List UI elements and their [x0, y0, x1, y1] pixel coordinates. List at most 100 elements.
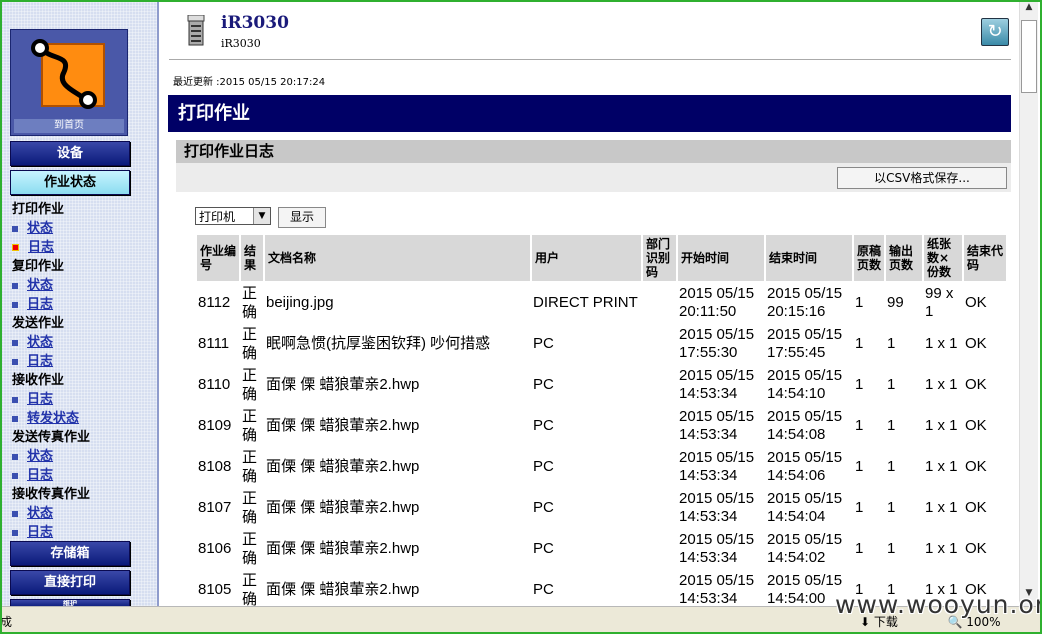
bullet-icon: [12, 339, 18, 346]
col-end-time: 结束时间: [766, 235, 852, 281]
document-name-cell: 眠啊急惯(抗厚鉴困钦拜) 吵何措惑: [266, 334, 491, 352]
start-time-cell: 2015 05/15 14:53:34: [679, 489, 755, 525]
sheets-copies-cell: 1 x 1: [925, 457, 958, 475]
scroll-thumb[interactable]: [1021, 20, 1037, 93]
end-time-cell: 2015 05/15 14:54:10: [767, 366, 843, 402]
result-cell: 正确: [242, 529, 258, 567]
send-fax-status-link[interactable]: 状态: [12, 445, 53, 464]
job-id-cell: 8108: [198, 457, 232, 475]
dept-id-cell: [643, 488, 676, 527]
link-label: 日志: [27, 468, 54, 483]
start-time-cell: 2015 05/15 20:11:50: [679, 284, 755, 320]
job-id-cell: 8112: [198, 293, 231, 311]
receive-fax-status-link[interactable]: 状态: [12, 502, 53, 521]
job-id-cell: 8107: [198, 498, 232, 516]
table-row: 8110 正确 面傈 傈 蜡狼葷亲2.hwp PC 2015 05/15 14:53:3…: [197, 365, 1006, 404]
device-name: iR3030: [221, 13, 289, 33]
current-bullet-icon: [12, 244, 19, 251]
vertical-scrollbar[interactable]: ▲ ▼: [1019, 0, 1038, 606]
forward-status-link[interactable]: 转发状态: [12, 407, 79, 426]
output-pages-cell: 1: [887, 416, 896, 434]
last-updated: 最近更新 :2015 05/15 20:17:24: [173, 77, 326, 88]
link-label: 日志: [27, 525, 54, 540]
user-cell: PC: [533, 498, 554, 516]
section-receive-jobs: 接收作业: [12, 373, 65, 388]
sheets-copies-cell: 99 x 1: [925, 284, 954, 320]
device-button[interactable]: 设备: [10, 141, 130, 166]
job-id-cell: 8111: [198, 334, 230, 352]
status-text: 成: [0, 615, 13, 629]
bullet-icon: [12, 415, 18, 422]
sheets-copies-cell: 1 x 1: [925, 498, 958, 516]
table-header-row: 作业编号 结果 文档名称 用户 部门识别码 开始时间 结束时间 原稿页数 输出页…: [197, 235, 1006, 281]
section-send-fax-jobs: 发送传真作业: [12, 430, 91, 445]
direct-print-button[interactable]: 直接打印: [10, 570, 130, 595]
end-time-cell: 2015 05/15 14:54:08: [767, 407, 843, 443]
watermark: www.wooyun.org: [835, 590, 1042, 619]
home-logo-button[interactable]: 到首页: [10, 29, 128, 136]
link-label: 日志: [28, 240, 55, 255]
bullet-icon: [12, 396, 18, 403]
document-name-cell: 面傈 傈 蜡狼葷亲2.hwp: [266, 580, 420, 598]
device-model: iR3030: [221, 37, 261, 50]
table-row: 8112 正确 beijing.jpg DIRECT PRINT 2015 05/15 …: [197, 283, 1006, 322]
output-pages-cell: 1: [887, 334, 896, 352]
receive-log-link[interactable]: 日志: [12, 388, 53, 407]
start-time-cell: 2015 05/15 17:55:30: [679, 325, 755, 361]
start-time-cell: 2015 05/15 14:53:34: [679, 366, 755, 402]
user-cell: PC: [533, 334, 554, 352]
copy-status-link[interactable]: 状态: [12, 274, 53, 293]
original-pages-cell: 1: [855, 457, 864, 475]
save-csv-button[interactable]: 以CSV格式保存...: [837, 167, 1007, 189]
user-cell: PC: [533, 416, 554, 434]
table-row: 8107 正确 面傈 傈 蜡狼葷亲2.hwp PC 2015 05/15 14:53:3…: [197, 488, 1006, 527]
send-fax-log-link[interactable]: 日志: [12, 464, 53, 483]
user-cell: PC: [533, 375, 554, 393]
copy-log-link[interactable]: 日志: [12, 293, 53, 312]
user-cell: PC: [533, 539, 554, 557]
document-name-cell: 面傈 傈 蜡狼葷亲2.hwp: [266, 539, 420, 557]
storage-box-button[interactable]: 存储箱: [10, 541, 130, 566]
home-caption: 到首页: [14, 119, 124, 133]
job-status-button[interactable]: 作业状态: [10, 170, 130, 195]
scroll-up-icon[interactable]: ▲: [1020, 2, 1038, 18]
dept-id-cell: [643, 406, 676, 445]
sheets-copies-cell: 1 x 1: [925, 539, 958, 557]
bullet-icon: [12, 225, 18, 232]
sheets-copies-cell: 1 x 1: [925, 334, 958, 352]
send-status-link[interactable]: 状态: [12, 331, 53, 350]
job-id-cell: 8106: [198, 539, 232, 557]
result-cell: 正确: [242, 447, 258, 485]
col-document: 文档名称: [265, 235, 530, 281]
result-cell: 正确: [242, 324, 258, 362]
section-send-jobs: 发送作业: [12, 316, 65, 331]
dept-id-cell: [643, 447, 676, 486]
receive-fax-log-link[interactable]: 日志: [12, 521, 53, 540]
show-button[interactable]: 显示: [278, 207, 326, 228]
send-log-link[interactable]: 日志: [12, 350, 53, 369]
link-label: 状态: [27, 221, 54, 236]
bullet-icon: [12, 358, 18, 365]
print-log-link[interactable]: 日志: [12, 236, 54, 255]
end-code-cell: OK: [965, 457, 987, 475]
job-log-table: 作业编号 结果 文档名称 用户 部门识别码 开始时间 结束时间 原稿页数 输出页…: [195, 233, 1008, 606]
col-dept-id: 部门识别码: [643, 235, 676, 281]
col-sheets-copies: 纸张数×份数: [924, 235, 962, 281]
divider: [169, 59, 1011, 60]
section-receive-fax-jobs: 接收传真作业: [12, 487, 91, 502]
end-code-cell: OK: [965, 416, 987, 434]
refresh-button[interactable]: ↻: [981, 18, 1009, 46]
dept-id-cell: [643, 529, 676, 568]
main-content: iR3030 iR3030 ↻ 最近更新 :2015 05/15 20:17:2…: [159, 0, 1019, 606]
document-name-cell: 面傈 傈 蜡狼葷亲2.hwp: [266, 416, 420, 434]
section-copy-jobs: 复印作业: [12, 259, 65, 274]
print-status-link[interactable]: 状态: [12, 217, 53, 236]
start-time-cell: 2015 05/15 14:53:34: [679, 448, 755, 484]
job-id-cell: 8109: [198, 416, 232, 434]
document-name-cell: 面傈 傈 蜡狼葷亲2.hwp: [266, 498, 420, 516]
end-time-cell: 2015 05/15 14:54:02: [767, 530, 843, 566]
job-type-select[interactable]: 打印机 ▼: [195, 207, 271, 225]
end-time-cell: 2015 05/15 14:54:04: [767, 489, 843, 525]
document-name-cell: beijing.jpg: [266, 293, 334, 311]
document-name-cell: 面傈 傈 蜡狼葷亲2.hwp: [266, 375, 420, 393]
